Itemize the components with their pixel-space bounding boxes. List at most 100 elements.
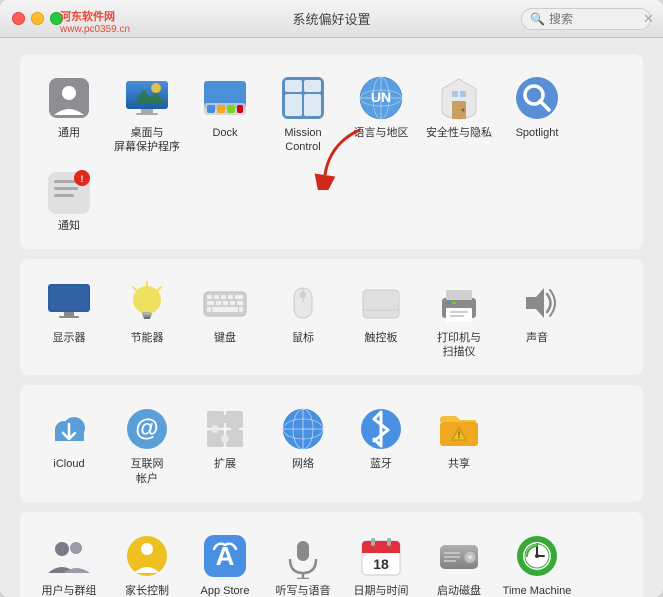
svg-text:18: 18 — [373, 556, 389, 572]
icon-language[interactable]: UN 语言与地区 — [344, 70, 418, 144]
users-icon — [45, 532, 93, 580]
icon-datetime[interactable]: 18 日期与时间 — [344, 528, 418, 597]
parental-icon — [123, 532, 171, 580]
icon-desktop[interactable]: 桌面与屏幕保护程序 — [110, 70, 184, 159]
display-icon — [45, 279, 93, 327]
sound-icon — [513, 279, 561, 327]
internet-accounts-icon: @ — [123, 405, 171, 453]
mission-control-label: MissionControl — [284, 126, 321, 155]
icon-printer[interactable]: 打印机与扫描仪 — [422, 275, 496, 364]
icon-startup-disk[interactable]: 启动磁盘 — [422, 528, 496, 597]
printer-icon — [435, 279, 483, 327]
icon-notification[interactable]: ! 通知 — [32, 163, 106, 237]
startup-disk-icon — [435, 532, 483, 580]
mouse-icon — [279, 279, 327, 327]
minimize-button[interactable] — [31, 12, 44, 25]
parental-label: 家长控制 — [125, 584, 169, 597]
datetime-icon: 18 — [357, 532, 405, 580]
search-input[interactable] — [549, 12, 639, 26]
icon-parental[interactable]: 家长控制 — [110, 528, 184, 597]
spotlight-icon — [513, 74, 561, 122]
spotlight-label: Spotlight — [516, 126, 559, 140]
energy-label: 节能器 — [131, 331, 164, 345]
icon-appstore[interactable]: A App Store — [188, 528, 262, 597]
keyboard-label: 键盘 — [214, 331, 236, 345]
svg-text:@: @ — [135, 415, 158, 442]
internet-accounts-label: 互联网帐户 — [131, 457, 164, 486]
close-button[interactable] — [12, 12, 25, 25]
icon-timemachine[interactable]: Time Machine — [500, 528, 574, 597]
icon-sharing[interactable]: ! 共享 — [422, 401, 496, 475]
notification-icon: ! — [45, 167, 93, 215]
content-area: 通用 — [0, 38, 663, 597]
mouse-label: 鼠标 — [292, 331, 314, 345]
icon-dock[interactable]: Dock — [188, 70, 262, 144]
security-label: 安全性与隐私 — [426, 126, 492, 140]
section-system: 用户与群组 家长控制 — [20, 512, 643, 597]
hardware-icons-grid: 显示器 — [32, 275, 631, 364]
icon-users[interactable]: 用户与群组 — [32, 528, 106, 597]
icon-network[interactable]: 网络 — [266, 401, 340, 475]
svg-text:!: ! — [458, 430, 461, 440]
trackpad-icon — [357, 279, 405, 327]
trackpad-label: 触控板 — [365, 331, 398, 345]
timemachine-label: Time Machine — [503, 584, 572, 597]
section-personal: 通用 — [20, 54, 643, 249]
security-icon — [435, 74, 483, 122]
bluetooth-label: 蓝牙 — [370, 457, 392, 471]
general-label: 通用 — [58, 126, 80, 140]
dictation-icon — [279, 532, 327, 580]
timemachine-icon — [513, 532, 561, 580]
traffic-lights — [12, 12, 63, 25]
icon-dictation[interactable]: 听写与语音 — [266, 528, 340, 597]
mission-control-icon — [279, 74, 327, 122]
extensions-icon — [201, 405, 249, 453]
svg-text:UN: UN — [371, 89, 391, 105]
icon-mission-control[interactable]: MissionControl — [266, 70, 340, 159]
system-preferences-window: 系统偏好设置 🔍 ✕ 河东软件网 www.pc0359.cn — [0, 0, 663, 597]
system-icons-grid: 用户与群组 家长控制 — [32, 528, 631, 597]
search-clear-icon[interactable]: ✕ — [643, 11, 654, 27]
language-icon: UN — [357, 74, 405, 122]
search-bar[interactable]: 🔍 ✕ — [521, 8, 651, 30]
dictation-label: 听写与语音 — [276, 584, 331, 597]
desktop-label: 桌面与屏幕保护程序 — [114, 126, 180, 155]
maximize-button[interactable] — [50, 12, 63, 25]
appstore-label: App Store — [201, 584, 250, 597]
keyboard-icon — [201, 279, 249, 327]
network-label: 网络 — [292, 457, 314, 471]
icon-security[interactable]: 安全性与隐私 — [422, 70, 496, 144]
icon-display[interactable]: 显示器 — [32, 275, 106, 349]
desktop-icon — [123, 74, 171, 122]
icon-extensions[interactable]: 扩展 — [188, 401, 262, 475]
users-label: 用户与群组 — [42, 584, 97, 597]
icon-spotlight[interactable]: Spotlight — [500, 70, 574, 144]
language-label: 语言与地区 — [354, 126, 409, 140]
dock-icon — [201, 74, 249, 122]
window-title: 系统偏好设置 — [292, 9, 370, 28]
icon-icloud[interactable]: iCloud — [32, 401, 106, 475]
network-icon — [279, 405, 327, 453]
icon-bluetooth[interactable]: 蓝牙 — [344, 401, 418, 475]
icon-trackpad[interactable]: 触控板 — [344, 275, 418, 349]
general-icon — [45, 74, 93, 122]
icon-keyboard[interactable]: 键盘 — [188, 275, 262, 349]
icon-general[interactable]: 通用 — [32, 70, 106, 144]
appstore-icon: A — [201, 532, 249, 580]
dock-label: Dock — [212, 126, 237, 140]
energy-icon — [123, 279, 171, 327]
icon-internet-accounts[interactable]: @ 互联网帐户 — [110, 401, 184, 490]
icloud-label: iCloud — [53, 457, 84, 471]
personal-icons-grid: 通用 — [32, 70, 631, 237]
display-label: 显示器 — [53, 331, 86, 345]
sound-label: 声音 — [526, 331, 548, 345]
title-bar: 系统偏好设置 🔍 ✕ — [0, 0, 663, 38]
icon-energy[interactable]: 节能器 — [110, 275, 184, 349]
section-hardware: 显示器 — [20, 259, 643, 376]
icon-mouse[interactable]: 鼠标 — [266, 275, 340, 349]
svg-text:!: ! — [81, 174, 84, 184]
notification-label: 通知 — [58, 219, 80, 233]
section-internet: iCloud @ 互联网帐户 — [20, 385, 643, 502]
icon-sound[interactable]: 声音 — [500, 275, 574, 349]
printer-label: 打印机与扫描仪 — [437, 331, 481, 360]
